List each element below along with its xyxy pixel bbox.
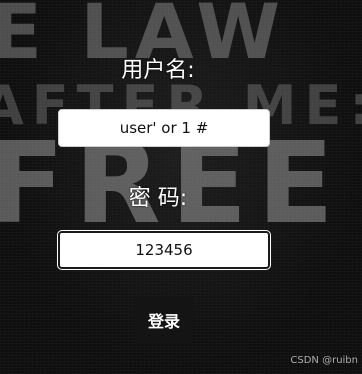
csdn-watermark: CSDN @ruibn bbox=[290, 355, 358, 366]
username-label: 用户名: bbox=[121, 58, 195, 83]
login-page: E LAW AFTER ME: FREE 用户名: 密 码: 登录 CSDN @… bbox=[0, 0, 362, 374]
login-button[interactable]: 登录 bbox=[135, 296, 193, 344]
username-input[interactable] bbox=[58, 109, 270, 147]
password-label: 密 码: bbox=[128, 186, 188, 211]
password-input[interactable] bbox=[58, 231, 270, 269]
